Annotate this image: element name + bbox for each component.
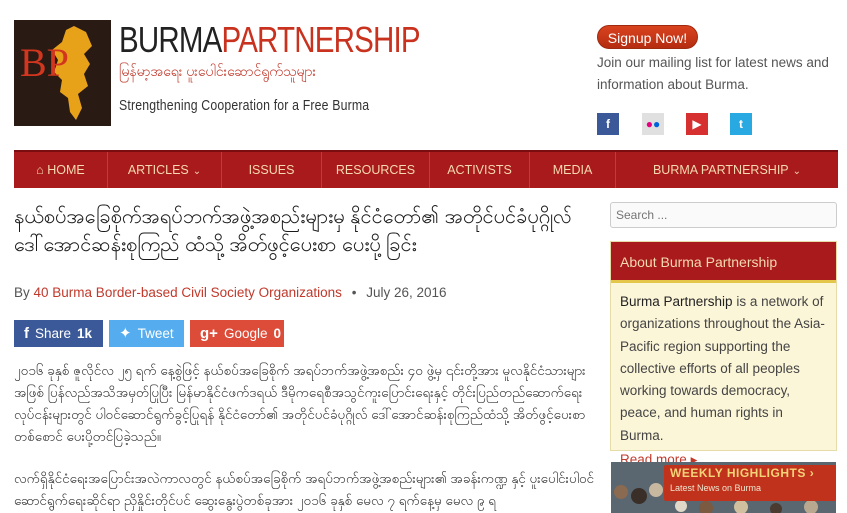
weekly-highlights-subtitle: Latest News on Burma — [670, 483, 762, 493]
nav-issues-label: ISSUES — [248, 163, 295, 177]
nav-burma-partnership-label: BURMA PARTNERSHIP — [652, 163, 789, 177]
nav-articles[interactable]: ARTICLES ⌄ — [108, 152, 222, 188]
google-plus-share-button[interactable]: g+ Google 0 — [190, 320, 284, 347]
logo-burma: BURMA — [119, 19, 222, 60]
about-description: is a network of organizations throughout… — [620, 294, 825, 443]
google-share-count: 0 — [273, 326, 281, 341]
google-share-label: Google — [223, 326, 268, 341]
nav-burma-partnership[interactable]: BURMA PARTNERSHIP ⌄ — [616, 152, 838, 188]
article-byline: By 40 Burma Border-based Civil Society O… — [14, 285, 447, 300]
mailing-list-text: Join our mailing list for latest news an… — [597, 55, 829, 92]
nav-media[interactable]: MEDIA — [530, 152, 616, 188]
weekly-highlights-title: WEEKLY HIGHLIGHTS › — [670, 466, 815, 480]
weekly-highlights-banner[interactable]: WEEKLY HIGHLIGHTS › Latest News on Burma — [611, 462, 836, 513]
home-icon: ⌂ — [36, 163, 44, 177]
logo-letters: BP — [20, 40, 69, 85]
article-paragraph: ၂၀၁၆ ခုနှစ် ဇူလိုင်လ ၂၅ ရက် နေ့စွဲဖြင့် … — [14, 363, 586, 444]
nav-resources[interactable]: RESOURCES — [322, 152, 430, 188]
google-plus-icon: g+ — [200, 325, 218, 342]
nav-issues[interactable]: ISSUES — [222, 152, 322, 188]
twitter-share-button[interactable]: ✦ Tweet — [109, 320, 184, 347]
nav-home[interactable]: ⌂ HOME — [14, 152, 108, 188]
nav-activists-label: ACTIVISTS — [447, 163, 512, 177]
chevron-down-icon: ⌄ — [192, 166, 202, 177]
about-widget-body: Burma Partnership is a network of organi… — [611, 283, 836, 471]
nav-media-label: MEDIA — [552, 163, 593, 177]
logo-partnership: PARTNERSHIP — [221, 19, 421, 60]
nav-home-label: HOME — [47, 163, 85, 177]
twitter-icon[interactable]: t — [730, 113, 752, 135]
nav-articles-label: ARTICLES — [127, 163, 189, 177]
main-nav: ⌂ HOME ARTICLES ⌄ ISSUES RESOURCES ACTIVI… — [14, 150, 838, 188]
article-title: နယ်စပ်အခြေစိုက်အရပ်ဘက်အဖွဲ့အစည်းများမှ န… — [14, 206, 572, 256]
facebook-icon[interactable]: f — [597, 113, 619, 135]
about-widget-title: About Burma Partnership — [611, 242, 836, 283]
facebook-share-label: Share — [35, 326, 72, 341]
about-widget: About Burma Partnership Burma Partnershi… — [610, 241, 837, 467]
logo-tagline: Strengthening Cooperation for a Free Bur… — [119, 97, 370, 114]
about-org-name: Burma Partnership — [620, 294, 733, 309]
signup-button[interactable]: Signup Now! — [597, 25, 698, 49]
article-paragraph: လက်ရှိနိုင်ငံရေးအပြောင်းအလဲကာလတွင် နယ်စပ… — [14, 471, 595, 508]
search-input[interactable] — [610, 202, 837, 228]
facebook-share-button[interactable]: f Share 1k — [14, 320, 103, 347]
logo-title: BURMAPARTNERSHIP — [119, 19, 421, 60]
chevron-right-icon: › — [809, 466, 815, 480]
byline-separator: • — [351, 285, 357, 300]
share-buttons: f Share 1k ✦ Tweet g+ Google 0 — [14, 320, 284, 347]
site-header: BP BURMAPARTNERSHIP မြန်မာ့အရေး ပူးပေါင်… — [0, 0, 847, 148]
twitter-icon: ✦ — [119, 325, 132, 342]
facebook-icon: f — [24, 325, 29, 342]
youtube-icon[interactable]: ▶ — [686, 113, 708, 135]
nav-resources-label: RESOURCES — [335, 163, 416, 177]
logo-text: BURMAPARTNERSHIP မြန်မာ့အရေး ပူးပေါင်းဆေ… — [119, 19, 421, 115]
facebook-share-count: 1k — [77, 326, 93, 341]
logo-myanmar-subtitle: မြန်မာ့အရေး ပူးပေါင်းဆောင်ရွက်သူများ — [119, 63, 317, 79]
byline-prefix: By — [14, 285, 30, 300]
twitter-share-label: Tweet — [137, 326, 174, 341]
chevron-down-icon: ⌄ — [792, 166, 802, 177]
burma-partnership-logo[interactable]: BP — [14, 20, 111, 126]
author-link[interactable]: 40 Burma Border-based Civil Society Orga… — [34, 285, 342, 300]
nav-activists[interactable]: ACTIVISTS — [430, 152, 530, 188]
article-date: July 26, 2016 — [366, 285, 447, 300]
weekly-highlights-label: WEEKLY HIGHLIGHTS › Latest News on Burma — [664, 465, 836, 501]
burma-map-icon: BP — [20, 26, 92, 120]
flickr-icon[interactable]: ●● — [642, 113, 664, 135]
